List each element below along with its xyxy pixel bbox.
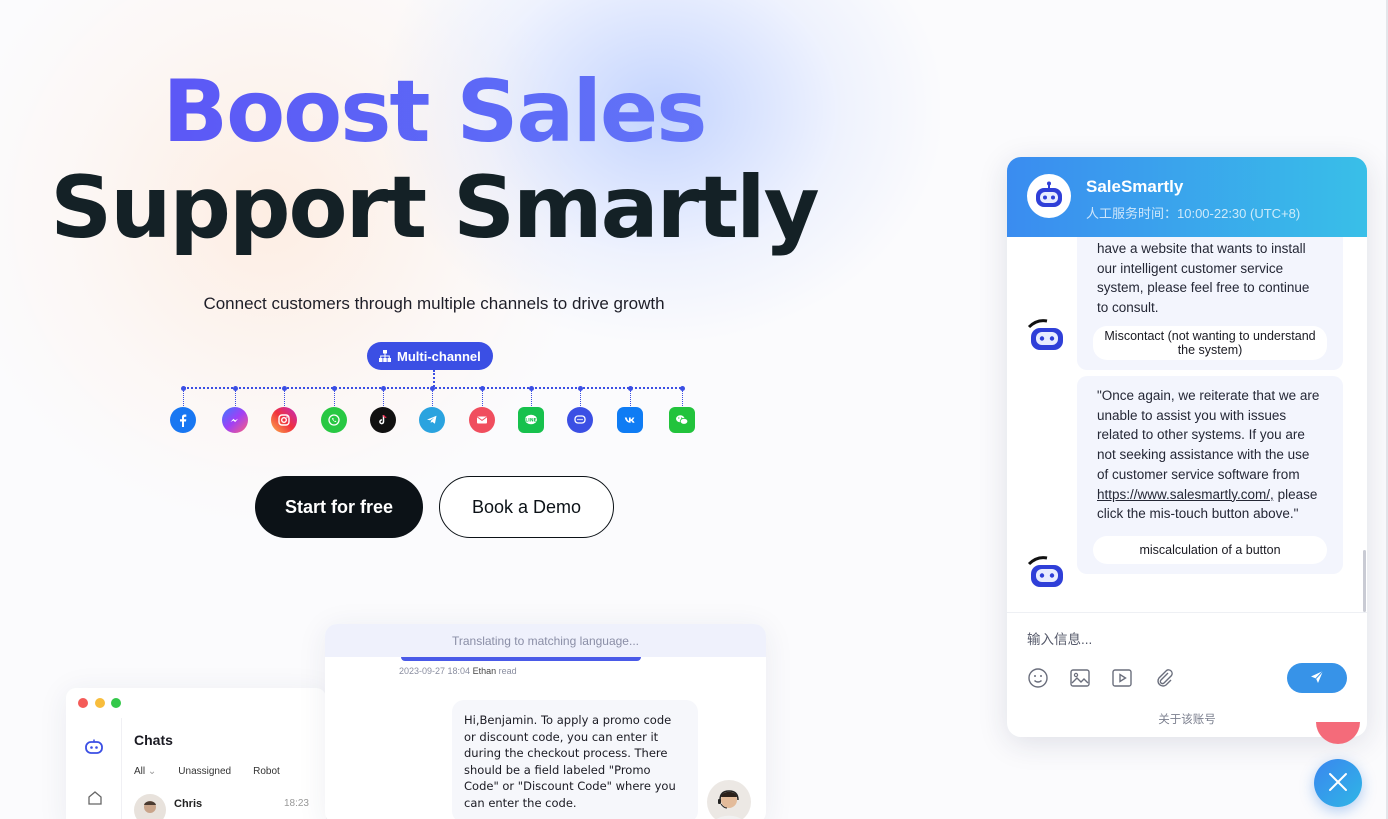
bot-message: have a website that wants to install our… (1077, 237, 1343, 370)
channel-facebook[interactable] (170, 386, 196, 434)
book-demo-button[interactable]: Book a Demo (439, 476, 614, 538)
line-icon: LINE (518, 407, 544, 433)
facebook-icon (170, 407, 196, 433)
sitemap-icon (379, 350, 391, 362)
agent-message-bubble: Hi,Benjamin. To apply a promo code or di… (452, 700, 698, 819)
widget-title: SaleSmartly (1086, 177, 1184, 196)
message-input[interactable]: 输入信息... (1027, 628, 1092, 648)
close-widget-button[interactable] (1314, 759, 1362, 807)
bot-message-text: "Once again, we reiterate that we are un… (1097, 388, 1320, 482)
emoji-icon[interactable] (1027, 667, 1049, 689)
telegram-icon (419, 407, 445, 433)
start-for-free-button[interactable]: Start for free (255, 476, 423, 538)
composer-toolbar (1027, 667, 1175, 689)
chat-icon (567, 407, 593, 433)
image-icon[interactable] (1069, 667, 1091, 689)
wechat-icon (669, 407, 695, 433)
widget-service-hours: 人工服务时间：10:00-22:30 (UTC+8) (1086, 206, 1301, 221)
send-button[interactable] (1287, 663, 1347, 693)
widget-bot-avatar (1027, 174, 1071, 218)
channel-telegram[interactable] (419, 386, 445, 434)
multi-channel-label: Multi-channel (397, 348, 481, 364)
translating-status: Translating to matching language... (325, 624, 766, 657)
chevron-down-icon: ⌄ (147, 766, 157, 777)
widget-scrollbar[interactable] (1363, 550, 1366, 612)
miscontact-button[interactable]: Miscontact (not wanting to understand th… (1093, 325, 1327, 360)
bot-avatar-icon (1027, 554, 1067, 594)
close-icon (1327, 771, 1349, 796)
tab-robot[interactable]: Robot (253, 766, 280, 777)
attachment-icon[interactable] (1153, 667, 1175, 689)
about-account-link[interactable]: 关于该账号 (1007, 711, 1367, 727)
tiktok-icon (370, 407, 396, 433)
bot-message: "Once again, we reiterate that we are un… (1077, 376, 1343, 574)
message-meta: 2023-09-27 18:04 Ethan read (399, 666, 517, 676)
channel-whatsapp[interactable] (321, 386, 347, 434)
mistouch-button[interactable]: miscalculation of a button (1093, 535, 1327, 564)
chat-filter-tabs: All ⌄ Unassigned Robot (134, 766, 280, 777)
vk-icon (617, 407, 643, 433)
window-minimize-dot (95, 698, 105, 708)
avatar (134, 794, 166, 819)
chat-widget: SaleSmartly 人工服务时间：10:00-22:30 (UTC+8) h… (1007, 157, 1367, 737)
widget-composer: 输入信息... 关于该账号 (1007, 612, 1367, 737)
channel-livechat[interactable] (567, 386, 593, 434)
chats-title: Chats (134, 732, 173, 748)
instagram-icon (271, 407, 297, 433)
whatsapp-icon (321, 407, 347, 433)
channel-vk[interactable] (617, 386, 643, 434)
hero-subtitle: Connect customers through multiple chann… (203, 294, 665, 313)
channel-email[interactable] (469, 386, 495, 434)
inbox-preview-window: Chats All ⌄ Unassigned Robot Chris 18:23 (66, 688, 326, 819)
channel-connector (433, 370, 435, 387)
send-icon (1309, 669, 1325, 688)
channel-wechat[interactable] (669, 386, 695, 434)
salesmartly-link[interactable]: https://www.salesmartly.com/, (1097, 487, 1274, 502)
bot-avatar-icon (1027, 317, 1067, 357)
channel-tiktok[interactable] (370, 386, 396, 434)
window-maximize-dot (111, 698, 121, 708)
chat-preview-panel: Translating to matching language... 2023… (325, 624, 766, 819)
messenger-icon (222, 407, 248, 433)
tab-unassigned[interactable]: Unassigned (178, 766, 231, 777)
widget-header: SaleSmartly 人工服务时间：10:00-22:30 (UTC+8) (1007, 157, 1367, 237)
tab-all[interactable]: All ⌄ (134, 766, 156, 777)
robot-logo-icon (84, 738, 104, 761)
hero-title-main: Support Smartly (50, 158, 819, 258)
hidden-badge-button[interactable] (1316, 722, 1360, 744)
channel-instagram[interactable] (271, 386, 297, 434)
app-sidebar (66, 718, 122, 819)
channel-line[interactable]: LINE (518, 386, 544, 434)
multi-channel-badge: Multi-channel (367, 342, 493, 370)
widget-message-list: have a website that wants to install our… (1007, 237, 1367, 612)
home-icon[interactable] (87, 790, 103, 811)
contact-time: 18:23 (283, 798, 309, 809)
bot-message-text: have a website that wants to install our… (1097, 241, 1310, 316)
video-icon[interactable] (1111, 667, 1133, 689)
email-icon (469, 407, 495, 433)
channel-messenger[interactable] (222, 386, 248, 434)
previous-bubble-edge (401, 657, 641, 661)
agent-avatar (707, 780, 751, 819)
hero-title-highlight: Boost Sales (0, 62, 868, 162)
chat-list-item[interactable]: Chris 18:23 (134, 794, 309, 819)
window-close-dot (78, 698, 88, 708)
svg-text:LINE: LINE (525, 417, 536, 423)
contact-name: Chris (174, 798, 203, 810)
